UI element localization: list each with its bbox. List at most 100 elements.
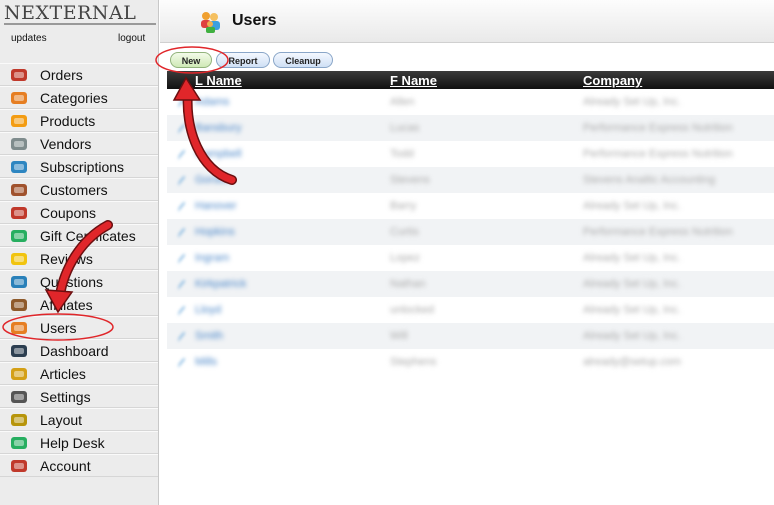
sidebar-item-categories[interactable]: Categories [0, 86, 158, 109]
edit-pencil-icon[interactable] [176, 122, 186, 134]
cell-company: already@setup.com [583, 356, 681, 368]
table-row[interactable]: Gordon Stevens Stevens Analtic Accounting [167, 167, 774, 193]
sidebar-item-label: Layout [40, 412, 83, 428]
cell-lname[interactable]: Adams [195, 96, 229, 108]
cell-company: Already Set Up, Inc. [583, 278, 681, 290]
users-table: L Name F Name Company Adams Allen Already … [167, 71, 774, 375]
sidebar-item-subscriptions[interactable]: Subscriptions [0, 155, 158, 178]
dashboard-icon [10, 343, 28, 359]
cell-lname[interactable]: Hopkins [195, 226, 235, 238]
table-row[interactable]: Hopkins Curtis Performance Express Nutriti… [167, 219, 774, 245]
cell-lname[interactable]: Hanover [195, 200, 237, 212]
sidebar-item-orders[interactable]: Orders [0, 63, 158, 86]
edit-pencil-icon[interactable] [176, 252, 186, 264]
help-icon [10, 435, 28, 451]
cell-lname[interactable]: Kirkpatrick [195, 278, 246, 290]
edit-pencil-icon[interactable] [176, 304, 186, 316]
updates-link[interactable]: updates [11, 33, 47, 44]
basket-icon [10, 67, 28, 83]
gear-icon [10, 389, 28, 405]
sidebar-item-label: Subscriptions [40, 159, 125, 175]
sidebar-item-label: Vendors [40, 136, 92, 152]
cleanup-button[interactable]: Cleanup [273, 52, 333, 68]
column-header-lname[interactable]: L Name [195, 73, 242, 88]
new-button[interactable]: New [170, 52, 212, 68]
star-icon [10, 251, 28, 267]
nexternal-logo[interactable]: NEXTERNAL [4, 3, 156, 25]
affiliates-icon [10, 297, 28, 313]
sidebar-item-affiliates[interactable]: Affiliates [0, 293, 158, 316]
layout-icon [10, 412, 28, 428]
info-icon [10, 274, 28, 290]
table-row[interactable]: Lloyd unlocked Already Set Up, Inc. [167, 297, 774, 323]
table-row[interactable]: Bansbury Lucas Performance Express Nutriti… [167, 115, 774, 141]
cell-lname[interactable]: Mills [195, 356, 217, 368]
customers-icon [10, 182, 28, 198]
table-row[interactable]: Campbell Todd Performance Express Nutritio… [167, 141, 774, 167]
cell-fname: Will [390, 330, 408, 342]
sidebar-item-label: Coupons [40, 205, 97, 221]
table-row[interactable]: Adams Allen Already Set Up, Inc. [167, 89, 774, 115]
cell-lname[interactable]: Smith [195, 330, 223, 342]
cell-fname: Lopez [390, 252, 420, 264]
report-button[interactable]: Report [216, 52, 270, 68]
edit-pencil-icon[interactable] [176, 174, 186, 186]
edit-pencil-icon[interactable] [176, 226, 186, 238]
cell-company: Already Set Up, Inc. [583, 304, 681, 316]
sidebar-item-articles[interactable]: Articles [0, 362, 158, 385]
sidebar-item-gift-certificates[interactable]: Gift Certificates [0, 224, 158, 247]
cell-fname: Allen [390, 96, 415, 108]
articles-icon [10, 366, 28, 382]
edit-pencil-icon[interactable] [176, 96, 186, 108]
column-header-fname[interactable]: F Name [390, 73, 437, 88]
sidebar-item-vendors[interactable]: Vendors [0, 132, 158, 155]
edit-pencil-icon[interactable] [176, 278, 186, 290]
cell-fname: Todd [390, 148, 414, 160]
table-row[interactable]: Smith Will Already Set Up, Inc. [167, 323, 774, 349]
sidebar-item-products[interactable]: Products [0, 109, 158, 132]
sidebar-menu: Orders Categories Products Vendors Subscript… [0, 63, 158, 477]
sidebar-item-coupons[interactable]: Coupons [0, 201, 158, 224]
cell-lname[interactable]: Gordon [195, 174, 232, 186]
cell-lname[interactable]: Bansbury [195, 122, 241, 134]
edit-pencil-icon[interactable] [176, 200, 186, 212]
cell-company: Stevens Analtic Accounting [583, 174, 716, 186]
cell-fname: unlocked [390, 304, 435, 316]
sidebar-item-questions[interactable]: Questions [0, 270, 158, 293]
sidebar-item-users[interactable]: Users [0, 316, 158, 339]
sidebar-item-label: Articles [40, 366, 86, 382]
sidebar-item-account[interactable]: Account [0, 454, 158, 477]
table-row[interactable]: Kirkpatrick Nathan Already Set Up, Inc. [167, 271, 774, 297]
edit-pencil-icon[interactable] [176, 330, 186, 342]
logout-link[interactable]: logout [118, 33, 145, 44]
sidebar-item-reviews[interactable]: Reviews [0, 247, 158, 270]
sidebar: NEXTERNAL updates logout Orders Categorie… [0, 0, 159, 505]
cell-lname[interactable]: Ingram [195, 252, 229, 264]
cell-lname[interactable]: Lloyd [195, 304, 221, 316]
sidebar-item-label: Account [40, 458, 91, 474]
table-row[interactable]: Hanover Barry Already Set Up, Inc. [167, 193, 774, 219]
table-header: L Name F Name Company [167, 71, 774, 89]
sidebar-item-label: Products [40, 113, 96, 129]
column-header-company[interactable]: Company [583, 73, 642, 88]
page-title: Users [232, 12, 277, 29]
cell-lname[interactable]: Campbell [195, 148, 241, 160]
cell-company: Performance Express Nutrition [583, 148, 733, 160]
edit-pencil-icon[interactable] [176, 148, 186, 160]
table-row[interactable]: Ingram Lopez Already Set Up, Inc. [167, 245, 774, 271]
sidebar-item-help-desk[interactable]: Help Desk [0, 431, 158, 454]
categories-icon [10, 90, 28, 106]
sidebar-item-label: Customers [40, 182, 108, 198]
table-row[interactable]: Mills Stephens already@setup.com [167, 349, 774, 375]
sidebar-item-layout[interactable]: Layout [0, 408, 158, 431]
edit-pencil-icon[interactable] [176, 356, 186, 368]
sidebar-item-label: Dashboard [40, 343, 109, 359]
cell-company: Already Set Up, Inc. [583, 96, 681, 108]
sidebar-item-label: Categories [40, 90, 108, 106]
sidebar-item-settings[interactable]: Settings [0, 385, 158, 408]
products-icon [10, 113, 28, 129]
sidebar-item-dashboard[interactable]: Dashboard [0, 339, 158, 362]
sidebar-item-customers[interactable]: Customers [0, 178, 158, 201]
calendar-icon [10, 458, 28, 474]
sidebar-item-label: Orders [40, 67, 83, 83]
